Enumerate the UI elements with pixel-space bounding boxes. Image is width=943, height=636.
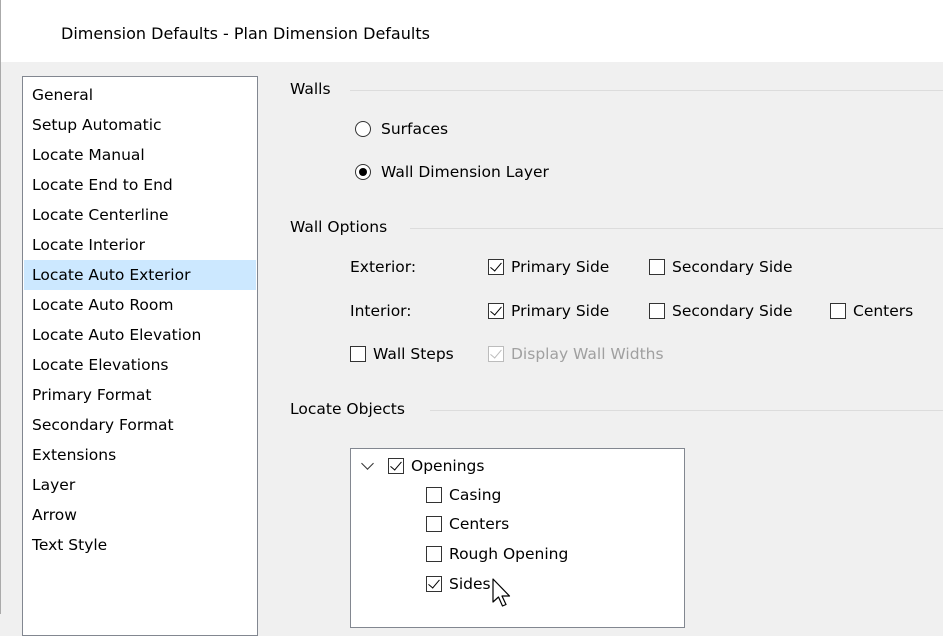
openings-check[interactable] [388, 458, 404, 474]
walls-group-label: Walls [290, 80, 339, 98]
exterior-secondary-side-check[interactable] [649, 259, 665, 275]
category-list[interactable]: General Setup Automatic Locate Manual Lo… [22, 76, 258, 636]
title-bar: Dimension Defaults - Plan Dimension Defa… [0, 0, 943, 62]
sidebar-item-locate-auto-room[interactable]: Locate Auto Room [24, 290, 256, 320]
sides-check[interactable] [426, 576, 442, 592]
interior-centers-check[interactable] [830, 303, 846, 319]
interior-centers-checkbox[interactable]: Centers [830, 302, 913, 320]
interior-primary-side-check[interactable] [488, 303, 504, 319]
tree-node-centers[interactable]: Centers [426, 515, 509, 533]
wall-options-group: Wall Options [290, 218, 943, 238]
interior-centers-label: Centers [853, 302, 914, 320]
centers-label: Centers [449, 515, 510, 533]
sides-label: Sides [449, 575, 491, 593]
sidebar-item-locate-manual[interactable]: Locate Manual [24, 140, 256, 170]
chevron-down-icon[interactable] [361, 456, 374, 470]
interior-label: Interior: [350, 302, 412, 320]
wall-options-group-label: Wall Options [290, 218, 396, 236]
sidebar-item-layer[interactable]: Layer [24, 470, 256, 500]
exterior-secondary-side-label: Secondary Side [672, 258, 793, 276]
display-wall-widths-label: Display Wall Widths [511, 345, 664, 363]
surfaces-radio[interactable]: Surfaces [355, 120, 448, 138]
sidebar-item-locate-auto-elevation[interactable]: Locate Auto Elevation [24, 320, 256, 350]
sidebar-item-locate-centerline[interactable]: Locate Centerline [24, 200, 256, 230]
wall-steps-check[interactable] [350, 346, 366, 362]
arrow-cursor-icon [492, 578, 511, 607]
display-wall-widths-check [488, 346, 504, 362]
wall-dimension-layer-radio-button[interactable] [355, 164, 371, 180]
rough-opening-label: Rough Opening [449, 545, 569, 563]
surfaces-radio-button[interactable] [355, 121, 371, 137]
wall-steps-checkbox[interactable]: Wall Steps [350, 345, 454, 363]
locate-objects-tree[interactable]: Openings Casing Centers Rough Opening Si… [350, 448, 685, 628]
wall-dimension-layer-label: Wall Dimension Layer [381, 163, 549, 181]
tree-node-casing[interactable]: Casing [426, 486, 501, 504]
tree-node-rough-opening[interactable]: Rough Opening [426, 545, 568, 563]
openings-label: Openings [411, 457, 485, 475]
rough-opening-check[interactable] [426, 546, 442, 562]
sidebar-item-secondary-format[interactable]: Secondary Format [24, 410, 256, 440]
wall-steps-label: Wall Steps [373, 345, 454, 363]
tree-node-openings[interactable]: Openings [361, 456, 485, 475]
interior-secondary-side-check[interactable] [649, 303, 665, 319]
centers-check[interactable] [426, 516, 442, 532]
walls-group: Walls [290, 80, 943, 100]
sidebar-item-locate-interior[interactable]: Locate Interior [24, 230, 256, 260]
sidebar-item-general[interactable]: General [24, 80, 256, 110]
sidebar-item-locate-end-to-end[interactable]: Locate End to End [24, 170, 256, 200]
exterior-primary-side-label: Primary Side [511, 258, 610, 276]
interior-secondary-side-checkbox[interactable]: Secondary Side [649, 302, 793, 320]
walls-divider [350, 90, 943, 91]
exterior-primary-side-check[interactable] [488, 259, 504, 275]
sidebar-item-primary-format[interactable]: Primary Format [24, 380, 256, 410]
sidebar-item-arrow[interactable]: Arrow [24, 500, 256, 530]
interior-secondary-side-label: Secondary Side [672, 302, 793, 320]
sidebar-item-locate-auto-exterior[interactable]: Locate Auto Exterior [24, 260, 256, 290]
display-wall-widths-checkbox: Display Wall Widths [488, 345, 664, 363]
locate-objects-group: Locate Objects [290, 400, 943, 420]
tree-node-sides[interactable]: Sides [426, 575, 491, 593]
casing-check[interactable] [426, 487, 442, 503]
sidebar-item-locate-elevations[interactable]: Locate Elevations [24, 350, 256, 380]
locate-objects-divider [430, 410, 943, 411]
locate-objects-group-label: Locate Objects [290, 400, 413, 418]
wall-options-divider [410, 228, 943, 229]
sidebar-item-extensions[interactable]: Extensions [24, 440, 256, 470]
wall-dimension-layer-radio[interactable]: Wall Dimension Layer [355, 163, 549, 181]
interior-primary-side-label: Primary Side [511, 302, 610, 320]
sidebar-item-setup-automatic[interactable]: Setup Automatic [24, 110, 256, 140]
interior-primary-side-checkbox[interactable]: Primary Side [488, 302, 609, 320]
window-title: Dimension Defaults - Plan Dimension Defa… [61, 24, 430, 43]
window-frame [0, 62, 1, 614]
exterior-primary-side-checkbox[interactable]: Primary Side [488, 258, 609, 276]
casing-label: Casing [449, 486, 502, 504]
exterior-label: Exterior: [350, 258, 417, 276]
exterior-secondary-side-checkbox[interactable]: Secondary Side [649, 258, 793, 276]
surfaces-label: Surfaces [381, 120, 449, 138]
sidebar-item-text-style[interactable]: Text Style [24, 530, 256, 560]
